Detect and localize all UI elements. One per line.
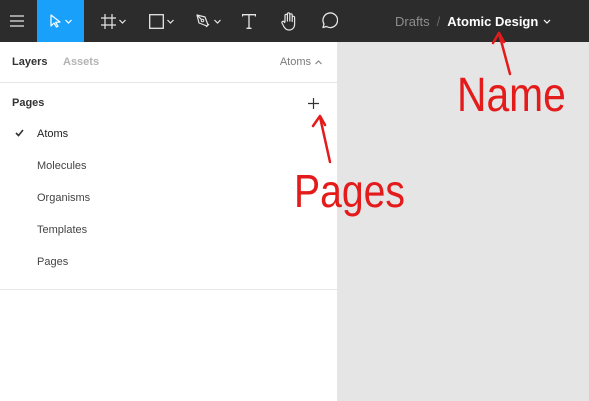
file-name[interactable]: Atomic Design [447, 14, 538, 29]
chevron-down-icon [64, 19, 72, 24]
page-item-organisms[interactable]: Organisms [0, 183, 337, 215]
add-page-button[interactable] [304, 94, 322, 112]
page-item-pages[interactable]: Pages [0, 247, 337, 279]
breadcrumb-folder[interactable]: Drafts [395, 14, 430, 29]
toolbar: Drafts / Atomic Design [0, 0, 589, 42]
breadcrumb: Drafts / Atomic Design [395, 0, 551, 42]
move-tool-button[interactable] [37, 0, 84, 42]
text-tool-button[interactable] [236, 0, 262, 42]
page-item-label: Pages [37, 256, 69, 268]
frame-tool-button[interactable] [93, 0, 133, 42]
chevron-down-icon [214, 19, 221, 24]
chevron-down-icon [166, 19, 174, 24]
page-item-molecules[interactable]: Molecules [0, 151, 337, 183]
current-page-dropdown[interactable]: Atoms [280, 56, 322, 68]
pen-icon [196, 14, 210, 28]
comment-icon [322, 12, 338, 29]
pen-tool-button[interactable] [188, 0, 228, 42]
comment-tool-button[interactable] [315, 0, 343, 42]
plus-icon [307, 97, 319, 109]
pages-list: Atoms Molecules Organisms Templates Page… [0, 119, 337, 279]
pages-header: Pages [12, 97, 45, 109]
rectangle-icon [148, 13, 164, 29]
page-item-templates[interactable]: Templates [0, 215, 337, 247]
text-icon [242, 13, 256, 29]
annotation-pages-label: Pages [294, 165, 405, 217]
tab-assets[interactable]: Assets [63, 56, 99, 68]
move-icon [49, 14, 61, 28]
tab-layers[interactable]: Layers [12, 56, 47, 68]
page-item-label: Organisms [37, 192, 91, 204]
main-menu-button[interactable] [0, 0, 34, 42]
shape-tool-button[interactable] [141, 0, 181, 42]
chevron-down-icon[interactable] [543, 19, 551, 24]
divider [0, 289, 337, 290]
checkmark-icon [15, 129, 24, 137]
annotation-name-label: Name [457, 69, 566, 122]
current-page-label: Atoms [279, 56, 311, 68]
panel-tabs: Layers Assets Atoms [0, 42, 337, 83]
page-item-atoms[interactable]: Atoms [0, 119, 337, 151]
chevron-down-icon [118, 19, 126, 24]
menu-icon [10, 15, 24, 27]
hand-icon [281, 11, 296, 31]
page-item-label: Atoms [37, 128, 69, 140]
left-panel: Layers Assets Atoms Pages Atoms Molecule… [0, 42, 338, 401]
page-item-label: Molecules [37, 160, 87, 172]
chevron-up-icon [315, 59, 322, 64]
frame-icon [100, 13, 116, 29]
breadcrumb-separator: / [436, 13, 441, 29]
hand-tool-button[interactable] [275, 0, 303, 42]
page-item-label: Templates [37, 224, 88, 236]
